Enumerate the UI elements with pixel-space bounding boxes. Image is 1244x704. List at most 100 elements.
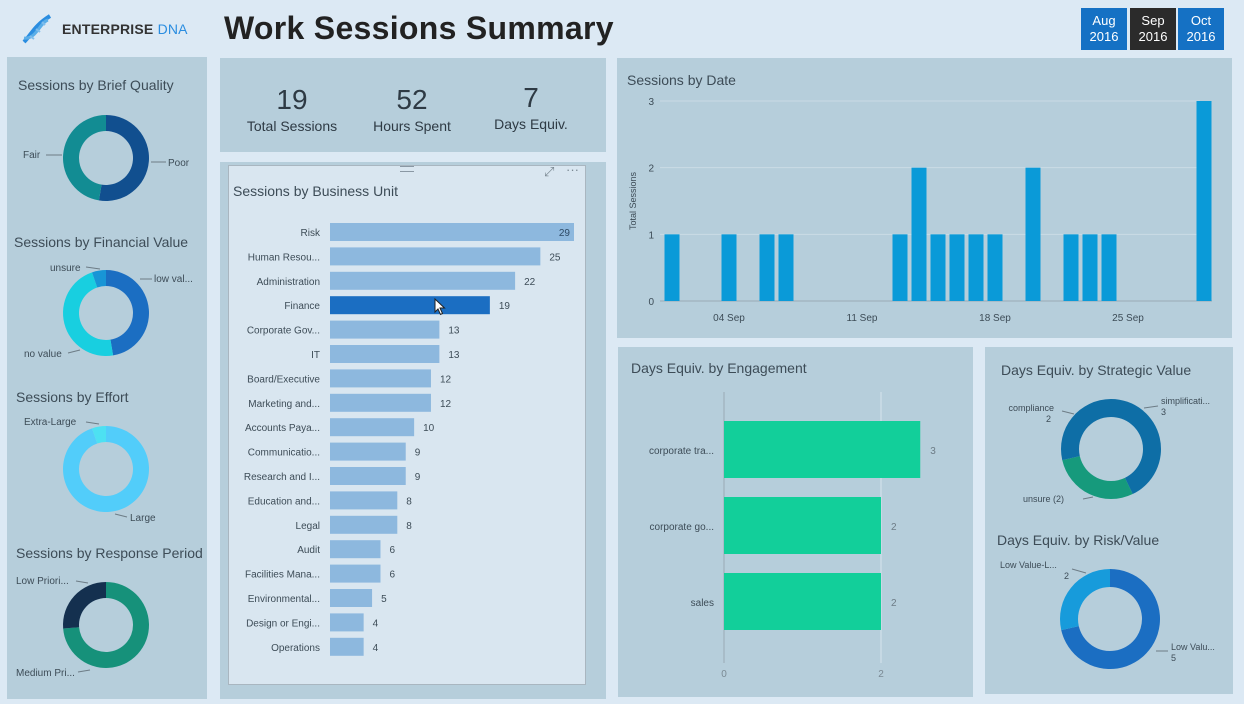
leader-line <box>85 266 101 270</box>
date-bar[interactable] <box>721 234 737 301</box>
leader-line <box>75 580 89 584</box>
engagement-label[interactable]: corporate go... <box>650 522 714 533</box>
business-unit-value: 8 <box>406 521 412 532</box>
business-unit-label[interactable]: Marketing and... <box>248 399 320 410</box>
business-unit-bar[interactable] <box>330 589 373 607</box>
y-tick-label: 0 <box>648 297 654 308</box>
business-unit-label[interactable]: Finance <box>284 301 320 312</box>
business-unit-label[interactable]: IT <box>311 350 320 361</box>
business-unit-bar[interactable] <box>330 442 406 461</box>
engagement-bar[interactable] <box>724 421 921 478</box>
engagement-bar[interactable] <box>724 497 881 554</box>
y-axis-title: Total Sessions <box>628 171 638 230</box>
business-unit-bar[interactable] <box>330 247 541 266</box>
business-unit-title: Sessions by Business Unit <box>233 183 398 199</box>
business-unit-value: 13 <box>448 326 460 337</box>
engagement-label[interactable]: sales <box>691 598 714 609</box>
date-bar[interactable] <box>1082 234 1098 301</box>
business-unit-label[interactable]: Facilities Mana... <box>245 570 320 581</box>
mouse-cursor-icon <box>434 298 446 316</box>
donut-3-slice-1[interactable] <box>63 582 106 629</box>
risk-value: 5 <box>1171 653 1176 663</box>
leader-line <box>85 421 100 425</box>
engagement-title: Days Equiv. by Engagement <box>631 360 807 376</box>
donut-label-low-priority: Low Priori... <box>16 576 69 587</box>
business-unit-value: 9 <box>415 472 421 483</box>
y-tick-label: 3 <box>648 97 654 108</box>
business-unit-bar[interactable] <box>330 393 431 412</box>
donut-0-slice-0[interactable] <box>98 115 150 202</box>
date-bar[interactable] <box>759 234 775 301</box>
date-bar[interactable] <box>911 167 927 301</box>
date-bar[interactable] <box>1196 101 1212 301</box>
business-unit-label[interactable]: Education and... <box>248 496 320 507</box>
donut-3 <box>63 582 149 669</box>
business-unit-label[interactable]: Design or Engi... <box>246 618 320 629</box>
business-unit-label[interactable]: Board/Executive <box>247 374 320 385</box>
strategic-donut <box>1061 399 1161 499</box>
engagement-label[interactable]: corporate tra... <box>649 446 714 457</box>
business-unit-value: 13 <box>448 350 460 361</box>
donut-1-slice-0[interactable] <box>106 270 150 356</box>
strategic-label-simplification: simplificati... <box>1161 396 1210 406</box>
business-unit-bar[interactable] <box>330 223 574 241</box>
business-unit-bar[interactable] <box>330 491 398 510</box>
business-unit-label[interactable]: Legal <box>296 521 320 532</box>
business-unit-bar[interactable] <box>330 271 516 290</box>
engagement-bar[interactable] <box>724 573 881 630</box>
date-bar[interactable] <box>968 234 984 301</box>
date-bar[interactable] <box>778 234 794 301</box>
strategic-value: 3 <box>1161 407 1166 417</box>
strategic-donut-slice-1[interactable] <box>1062 456 1133 499</box>
date-bar[interactable] <box>1025 167 1041 301</box>
donut-0-slice-1[interactable] <box>63 115 106 201</box>
business-unit-bar[interactable] <box>330 418 415 437</box>
date-bar[interactable] <box>664 234 680 301</box>
leader-line <box>1071 568 1087 574</box>
business-unit-label[interactable]: Environmental... <box>248 594 320 605</box>
donut-label-poor: Poor <box>168 158 190 169</box>
risk-value: 2 <box>1064 571 1069 581</box>
date-bar[interactable] <box>1063 234 1079 301</box>
business-unit-value: 5 <box>381 594 387 605</box>
business-unit-bar[interactable] <box>330 345 440 363</box>
strategic-donut-slice-2[interactable] <box>1061 399 1111 461</box>
business-unit-bar[interactable] <box>330 613 364 632</box>
x-tick-label: 0 <box>721 669 727 680</box>
x-tick-label: 18 Sep <box>979 313 1011 324</box>
business-unit-bar[interactable] <box>330 467 406 485</box>
leader-line <box>114 513 128 518</box>
date-bar[interactable] <box>892 234 908 301</box>
leader-line <box>77 669 91 673</box>
business-unit-label[interactable]: Corporate Gov... <box>247 326 320 337</box>
business-unit-label[interactable]: Risk <box>301 228 321 239</box>
date-bar[interactable] <box>1101 234 1117 301</box>
business-unit-label[interactable]: Human Resou... <box>248 252 320 263</box>
business-unit-label[interactable]: Operations <box>271 643 320 654</box>
date-bar[interactable] <box>987 234 1003 301</box>
business-unit-bar[interactable] <box>330 637 364 656</box>
date-bar[interactable] <box>949 234 965 301</box>
business-unit-value: 9 <box>415 448 421 459</box>
business-unit-value: 6 <box>389 570 395 581</box>
donut-2-slice-0[interactable] <box>63 425 150 512</box>
business-unit-bar[interactable] <box>330 564 381 583</box>
business-unit-label[interactable]: Accounts Paya... <box>245 423 320 434</box>
business-unit-label[interactable]: Communicatio... <box>248 448 320 459</box>
donut-0 <box>63 115 150 202</box>
business-unit-bar[interactable] <box>330 320 440 339</box>
strategic-value: 2 <box>1046 414 1051 424</box>
strategic-label-unsure: unsure (2) <box>1023 494 1064 504</box>
business-unit-bar[interactable] <box>330 296 490 315</box>
business-unit-label[interactable]: Audit <box>297 545 320 556</box>
date-bar[interactable] <box>930 234 946 301</box>
business-unit-bar[interactable] <box>330 540 381 559</box>
business-unit-label[interactable]: Research and I... <box>244 472 320 483</box>
business-unit-bar[interactable] <box>330 369 431 388</box>
business-unit-label[interactable]: Administration <box>257 277 320 288</box>
x-tick-label: 04 Sep <box>713 313 745 324</box>
business-unit-value: 4 <box>373 618 379 629</box>
strategic-donut-slice-0[interactable] <box>1111 399 1161 495</box>
business-unit-bar[interactable] <box>330 515 398 534</box>
risk-label-low-value: Low Valu... <box>1171 642 1215 652</box>
